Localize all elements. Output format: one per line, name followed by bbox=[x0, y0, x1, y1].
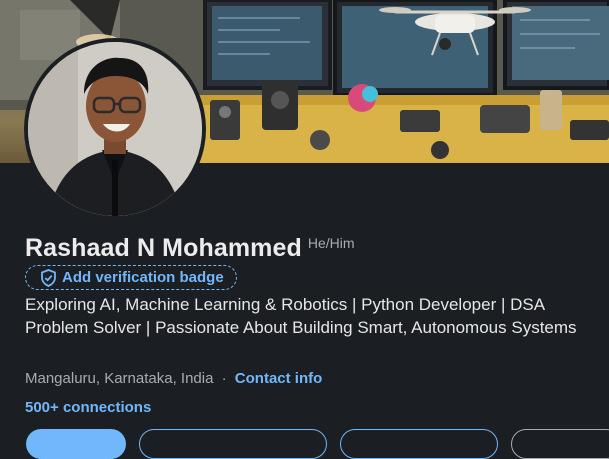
profile-pronouns: He/Him bbox=[307, 235, 355, 251]
contact-info-link[interactable]: Contact info bbox=[235, 370, 323, 387]
profile-location-row: Mangaluru, Karnataka, India · Contact in… bbox=[25, 370, 322, 387]
profile-location: Mangaluru, Karnataka, India bbox=[25, 370, 214, 387]
profile-avatar[interactable] bbox=[28, 42, 202, 216]
more-action-button[interactable] bbox=[511, 429, 609, 459]
tertiary-action-button[interactable] bbox=[340, 429, 498, 459]
profile-name: Rashaad N Mohammed bbox=[25, 234, 302, 262]
shield-check-icon bbox=[41, 268, 56, 287]
location-separator: · bbox=[221, 370, 227, 387]
secondary-action-button[interactable] bbox=[139, 429, 327, 459]
primary-action-button[interactable] bbox=[26, 429, 126, 459]
profile-headline: Exploring AI, Machine Learning & Robotic… bbox=[25, 295, 577, 337]
profile-name-row: Rashaad N Mohammed He/Him bbox=[25, 234, 355, 263]
avatar-photo bbox=[28, 42, 202, 216]
connections-link[interactable]: 500+ connections bbox=[25, 399, 151, 416]
add-verification-badge-button[interactable]: Add verification badge bbox=[25, 265, 237, 290]
verification-label: Add verification badge bbox=[62, 269, 224, 286]
